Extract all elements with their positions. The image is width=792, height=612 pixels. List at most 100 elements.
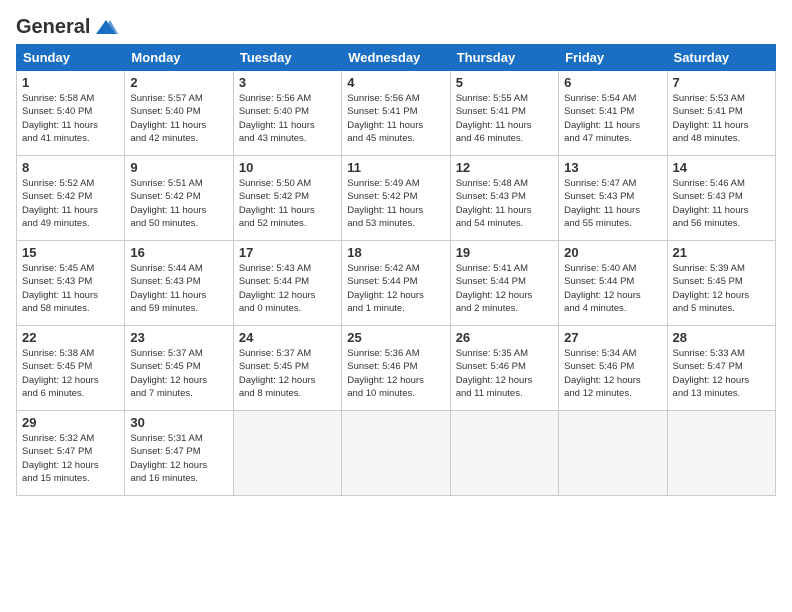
- day-number: 12: [456, 160, 553, 175]
- calendar-cell: 30 Sunrise: 5:31 AMSunset: 5:47 PMDayligh…: [125, 411, 233, 496]
- calendar-cell: [342, 411, 450, 496]
- calendar-cell: 12Sunrise: 5:48 AMSunset: 5:43 PMDayligh…: [450, 156, 558, 241]
- calendar-cell: 11 Sunrise: 5:49 AMSunset: 5:42 PMDayligh…: [342, 156, 450, 241]
- calendar-cell: 28 Sunrise: 5:33 AMSunset: 5:47 PMDayligh…: [667, 326, 775, 411]
- day-number: 6: [564, 75, 661, 90]
- calendar-cell: 26 Sunrise: 5:35 AMSunset: 5:46 PMDayligh…: [450, 326, 558, 411]
- day-number: 29: [22, 415, 119, 430]
- day-number: 13: [564, 160, 661, 175]
- day-number: 3: [239, 75, 336, 90]
- cell-info: Sunrise: 5:35 AMSunset: 5:46 PMDaylight:…: [456, 347, 553, 400]
- calendar-cell: 27 Sunrise: 5:34 AMSunset: 5:46 PMDayligh…: [559, 326, 667, 411]
- day-number: 9: [130, 160, 227, 175]
- col-header-saturday: Saturday: [667, 45, 775, 71]
- day-number: 27: [564, 330, 661, 345]
- cell-info: Sunrise: 5:53 AMSunset: 5:41 PMDaylight:…: [673, 92, 770, 145]
- week-row-4: 22Sunrise: 5:38 AMSunset: 5:45 PMDayligh…: [17, 326, 776, 411]
- day-number: 2: [130, 75, 227, 90]
- week-row-3: 15 Sunrise: 5:45 AMSunset: 5:43 PMDayligh…: [17, 241, 776, 326]
- day-number: 26: [456, 330, 553, 345]
- cell-info: Sunrise: 5:33 AMSunset: 5:47 PMDaylight:…: [673, 347, 770, 400]
- calendar-cell: 25Sunrise: 5:36 AMSunset: 5:46 PMDayligh…: [342, 326, 450, 411]
- logo-icon: [92, 16, 120, 38]
- col-header-tuesday: Tuesday: [233, 45, 341, 71]
- calendar-cell: 17Sunrise: 5:43 AMSunset: 5:44 PMDayligh…: [233, 241, 341, 326]
- cell-info: Sunrise: 5:31 AMSunset: 5:47 PMDaylight:…: [130, 432, 227, 485]
- calendar-cell: 14 Sunrise: 5:46 AMSunset: 5:43 PMDayligh…: [667, 156, 775, 241]
- col-header-friday: Friday: [559, 45, 667, 71]
- calendar-cell: 20 Sunrise: 5:40 AMSunset: 5:44 PMDayligh…: [559, 241, 667, 326]
- cell-info: Sunrise: 5:47 AMSunset: 5:43 PMDaylight:…: [564, 177, 661, 230]
- calendar-header-row: SundayMondayTuesdayWednesdayThursdayFrid…: [17, 45, 776, 71]
- week-row-2: 8 Sunrise: 5:52 AMSunset: 5:42 PMDaylight…: [17, 156, 776, 241]
- calendar-cell: 29Sunrise: 5:32 AMSunset: 5:47 PMDayligh…: [17, 411, 125, 496]
- calendar-cell: 4 Sunrise: 5:56 AMSunset: 5:41 PMDaylight…: [342, 71, 450, 156]
- day-number: 11: [347, 160, 444, 175]
- cell-info: Sunrise: 5:46 AMSunset: 5:43 PMDaylight:…: [673, 177, 770, 230]
- calendar-cell: 15 Sunrise: 5:45 AMSunset: 5:43 PMDayligh…: [17, 241, 125, 326]
- day-number: 21: [673, 245, 770, 260]
- cell-info: Sunrise: 5:37 AMSunset: 5:45 PMDaylight:…: [130, 347, 227, 400]
- cell-info: Sunrise: 5:55 AMSunset: 5:41 PMDaylight:…: [456, 92, 553, 145]
- day-number: 24: [239, 330, 336, 345]
- calendar-cell: [667, 411, 775, 496]
- day-number: 16: [130, 245, 227, 260]
- cell-info: Sunrise: 5:56 AMSunset: 5:40 PMDaylight:…: [239, 92, 336, 145]
- col-header-monday: Monday: [125, 45, 233, 71]
- day-number: 25: [347, 330, 444, 345]
- calendar-cell: 6 Sunrise: 5:54 AMSunset: 5:41 PMDaylight…: [559, 71, 667, 156]
- day-number: 8: [22, 160, 119, 175]
- calendar-cell: 24 Sunrise: 5:37 AMSunset: 5:45 PMDayligh…: [233, 326, 341, 411]
- cell-info: Sunrise: 5:38 AMSunset: 5:45 PMDaylight:…: [22, 347, 119, 400]
- day-number: 30: [130, 415, 227, 430]
- cell-info: Sunrise: 5:54 AMSunset: 5:41 PMDaylight:…: [564, 92, 661, 145]
- day-number: 17: [239, 245, 336, 260]
- week-row-5: 29Sunrise: 5:32 AMSunset: 5:47 PMDayligh…: [17, 411, 776, 496]
- calendar-cell: 2 Sunrise: 5:57 AMSunset: 5:40 PMDaylight…: [125, 71, 233, 156]
- cell-info: Sunrise: 5:51 AMSunset: 5:42 PMDaylight:…: [130, 177, 227, 230]
- day-number: 7: [673, 75, 770, 90]
- calendar-cell: 8 Sunrise: 5:52 AMSunset: 5:42 PMDaylight…: [17, 156, 125, 241]
- day-number: 28: [673, 330, 770, 345]
- cell-info: Sunrise: 5:58 AMSunset: 5:40 PMDaylight:…: [22, 92, 119, 145]
- day-number: 4: [347, 75, 444, 90]
- cell-info: Sunrise: 5:56 AMSunset: 5:41 PMDaylight:…: [347, 92, 444, 145]
- calendar-cell: 16 Sunrise: 5:44 AMSunset: 5:43 PMDayligh…: [125, 241, 233, 326]
- cell-info: Sunrise: 5:39 AMSunset: 5:45 PMDaylight:…: [673, 262, 770, 315]
- cell-info: Sunrise: 5:45 AMSunset: 5:43 PMDaylight:…: [22, 262, 119, 315]
- calendar-cell: 3 Sunrise: 5:56 AMSunset: 5:40 PMDaylight…: [233, 71, 341, 156]
- cell-info: Sunrise: 5:49 AMSunset: 5:42 PMDaylight:…: [347, 177, 444, 230]
- calendar-table: SundayMondayTuesdayWednesdayThursdayFrid…: [16, 44, 776, 496]
- day-number: 15: [22, 245, 119, 260]
- day-number: 14: [673, 160, 770, 175]
- calendar-cell: [450, 411, 558, 496]
- calendar-cell: 21 Sunrise: 5:39 AMSunset: 5:45 PMDayligh…: [667, 241, 775, 326]
- cell-info: Sunrise: 5:44 AMSunset: 5:43 PMDaylight:…: [130, 262, 227, 315]
- day-number: 5: [456, 75, 553, 90]
- cell-info: Sunrise: 5:42 AMSunset: 5:44 PMDaylight:…: [347, 262, 444, 315]
- day-number: 23: [130, 330, 227, 345]
- col-header-wednesday: Wednesday: [342, 45, 450, 71]
- calendar-cell: 10 Sunrise: 5:50 AMSunset: 5:42 PMDayligh…: [233, 156, 341, 241]
- cell-info: Sunrise: 5:37 AMSunset: 5:45 PMDaylight:…: [239, 347, 336, 400]
- day-number: 20: [564, 245, 661, 260]
- logo-text: General: [16, 17, 90, 37]
- cell-info: Sunrise: 5:50 AMSunset: 5:42 PMDaylight:…: [239, 177, 336, 230]
- day-number: 19: [456, 245, 553, 260]
- calendar-cell: 5 Sunrise: 5:55 AMSunset: 5:41 PMDaylight…: [450, 71, 558, 156]
- col-header-sunday: Sunday: [17, 45, 125, 71]
- cell-info: Sunrise: 5:57 AMSunset: 5:40 PMDaylight:…: [130, 92, 227, 145]
- cell-info: Sunrise: 5:41 AMSunset: 5:44 PMDaylight:…: [456, 262, 553, 315]
- calendar-cell: 23 Sunrise: 5:37 AMSunset: 5:45 PMDayligh…: [125, 326, 233, 411]
- day-number: 1: [22, 75, 119, 90]
- cell-info: Sunrise: 5:52 AMSunset: 5:42 PMDaylight:…: [22, 177, 119, 230]
- cell-info: Sunrise: 5:34 AMSunset: 5:46 PMDaylight:…: [564, 347, 661, 400]
- calendar-cell: 19 Sunrise: 5:41 AMSunset: 5:44 PMDayligh…: [450, 241, 558, 326]
- cell-info: Sunrise: 5:40 AMSunset: 5:44 PMDaylight:…: [564, 262, 661, 315]
- page-header: General: [16, 16, 776, 36]
- calendar-cell: 22Sunrise: 5:38 AMSunset: 5:45 PMDayligh…: [17, 326, 125, 411]
- day-number: 10: [239, 160, 336, 175]
- calendar-cell: [233, 411, 341, 496]
- calendar-cell: 1 Sunrise: 5:58 AMSunset: 5:40 PMDaylight…: [17, 71, 125, 156]
- calendar-cell: 9 Sunrise: 5:51 AMSunset: 5:42 PMDaylight…: [125, 156, 233, 241]
